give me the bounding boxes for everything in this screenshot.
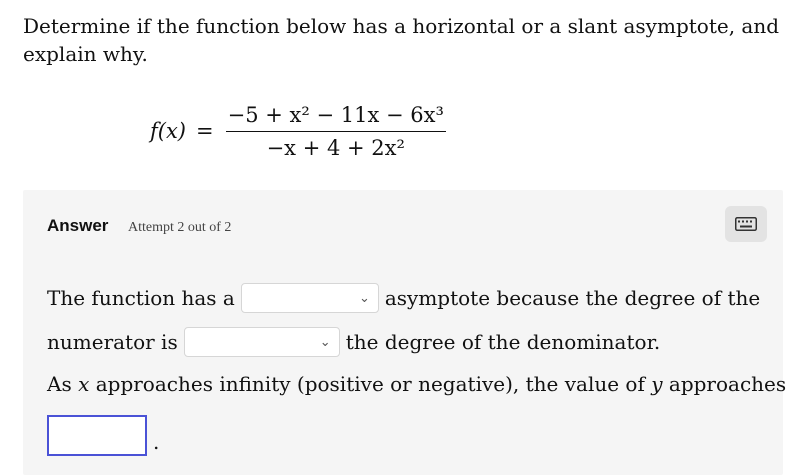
line1-prefix: The function has a (47, 286, 235, 310)
line3-mid: approaches infinity (positive or negativ… (95, 372, 645, 396)
line2-prefix: numerator is (47, 330, 178, 354)
denominator: −x + 4 + 2x² (266, 135, 405, 160)
line3-prefix: As (47, 372, 72, 396)
numerator: −5 + x² − 11x − 6x³ (225, 103, 446, 132)
answer-line-2: numerator is ⌄ the degree of the denomin… (47, 327, 660, 357)
variable-x: x (78, 372, 90, 396)
variable-y: y (651, 372, 663, 396)
attempt-counter: Attempt 2 out of 2 (128, 220, 232, 235)
line2-suffix: the degree of the denominator. (345, 330, 661, 354)
function-formula: f(x) = −5 + x² − 11x − 6x³ −x + 4 + 2x² (150, 96, 446, 166)
chevron-down-icon: ⌄ (319, 334, 331, 350)
keyboard-icon (735, 217, 757, 231)
asymptote-type-select[interactable]: ⌄ (240, 283, 379, 313)
answer-line-1: The function has a ⌄ asymptote because t… (47, 283, 760, 313)
answer-line-3: As x approaches infinity (positive or ne… (47, 372, 786, 396)
answer-panel: Answer Attempt 2 out of 2 The function h… (23, 190, 786, 475)
equals-sign: = (196, 119, 214, 143)
function-lhs: f(x) (150, 119, 187, 143)
limit-value-input[interactable] (47, 415, 147, 456)
degree-comparison-select[interactable]: ⌄ (183, 327, 340, 357)
question-text: Determine if the function below has a ho… (23, 14, 780, 66)
line1-suffix: asymptote because the degree of the (384, 286, 761, 310)
line3-suffix: approaches (668, 372, 787, 396)
chevron-down-icon: ⌄ (358, 290, 370, 306)
answer-label: Answer (47, 216, 109, 235)
fraction: −5 + x² − 11x − 6x³ −x + 4 + 2x² (225, 103, 446, 160)
keyboard-button[interactable] (725, 206, 767, 242)
period: . (153, 430, 160, 454)
